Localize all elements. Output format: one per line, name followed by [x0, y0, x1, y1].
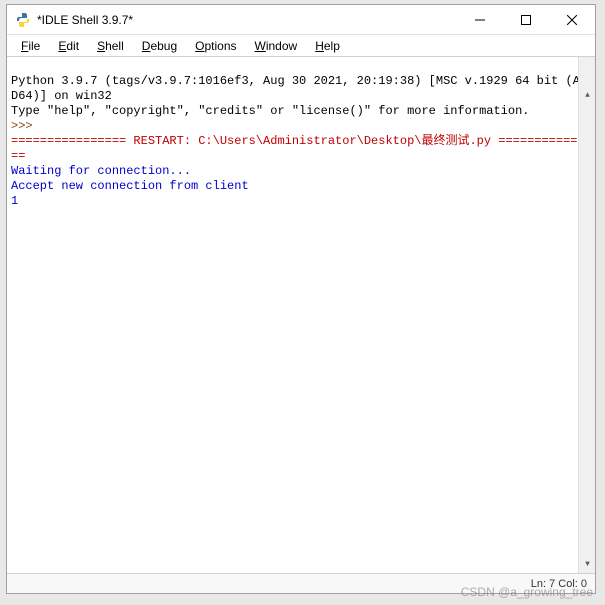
vertical-scrollbar[interactable]: ▲ ▼ — [578, 57, 595, 573]
shell-output-line: 1 — [11, 194, 18, 208]
titlebar: *IDLE Shell 3.9.7* — [7, 5, 595, 35]
menu-options[interactable]: Options — [187, 37, 244, 55]
menu-debug[interactable]: Debug — [134, 37, 185, 55]
window-controls — [457, 5, 595, 34]
window-title: *IDLE Shell 3.9.7* — [37, 13, 457, 27]
menu-edit[interactable]: Edit — [50, 37, 87, 55]
shell-restart-line: ================ RESTART: C:\Users\Admin… — [11, 134, 585, 163]
menu-help[interactable]: Help — [307, 37, 348, 55]
close-button[interactable] — [549, 5, 595, 34]
minimize-button[interactable] — [457, 5, 503, 34]
shell-version-line: Python 3.9.7 (tags/v3.9.7:1016ef3, Aug 3… — [11, 74, 587, 103]
menu-shell[interactable]: Shell — [89, 37, 132, 55]
shell-help-line: Type "help", "copyright", "credits" or "… — [11, 104, 529, 118]
shell-output-line: Waiting for connection... — [11, 164, 191, 178]
shell-prompt: >>> — [11, 119, 33, 133]
menu-window[interactable]: Window — [247, 37, 306, 55]
scroll-down-icon[interactable]: ▼ — [579, 556, 595, 573]
python-icon — [15, 12, 31, 28]
idle-window: *IDLE Shell 3.9.7* File Edit Shell Debug… — [6, 4, 596, 594]
menu-file[interactable]: File — [13, 37, 48, 55]
scroll-up-icon[interactable]: ▲ — [579, 87, 595, 104]
watermark: CSDN @a_growing_tree — [461, 585, 593, 599]
shell-text-area[interactable]: Python 3.9.7 (tags/v3.9.7:1016ef3, Aug 3… — [7, 57, 595, 573]
menubar: File Edit Shell Debug Options Window Hel… — [7, 35, 595, 57]
shell-output-line: Accept new connection from client — [11, 179, 249, 193]
maximize-button[interactable] — [503, 5, 549, 34]
